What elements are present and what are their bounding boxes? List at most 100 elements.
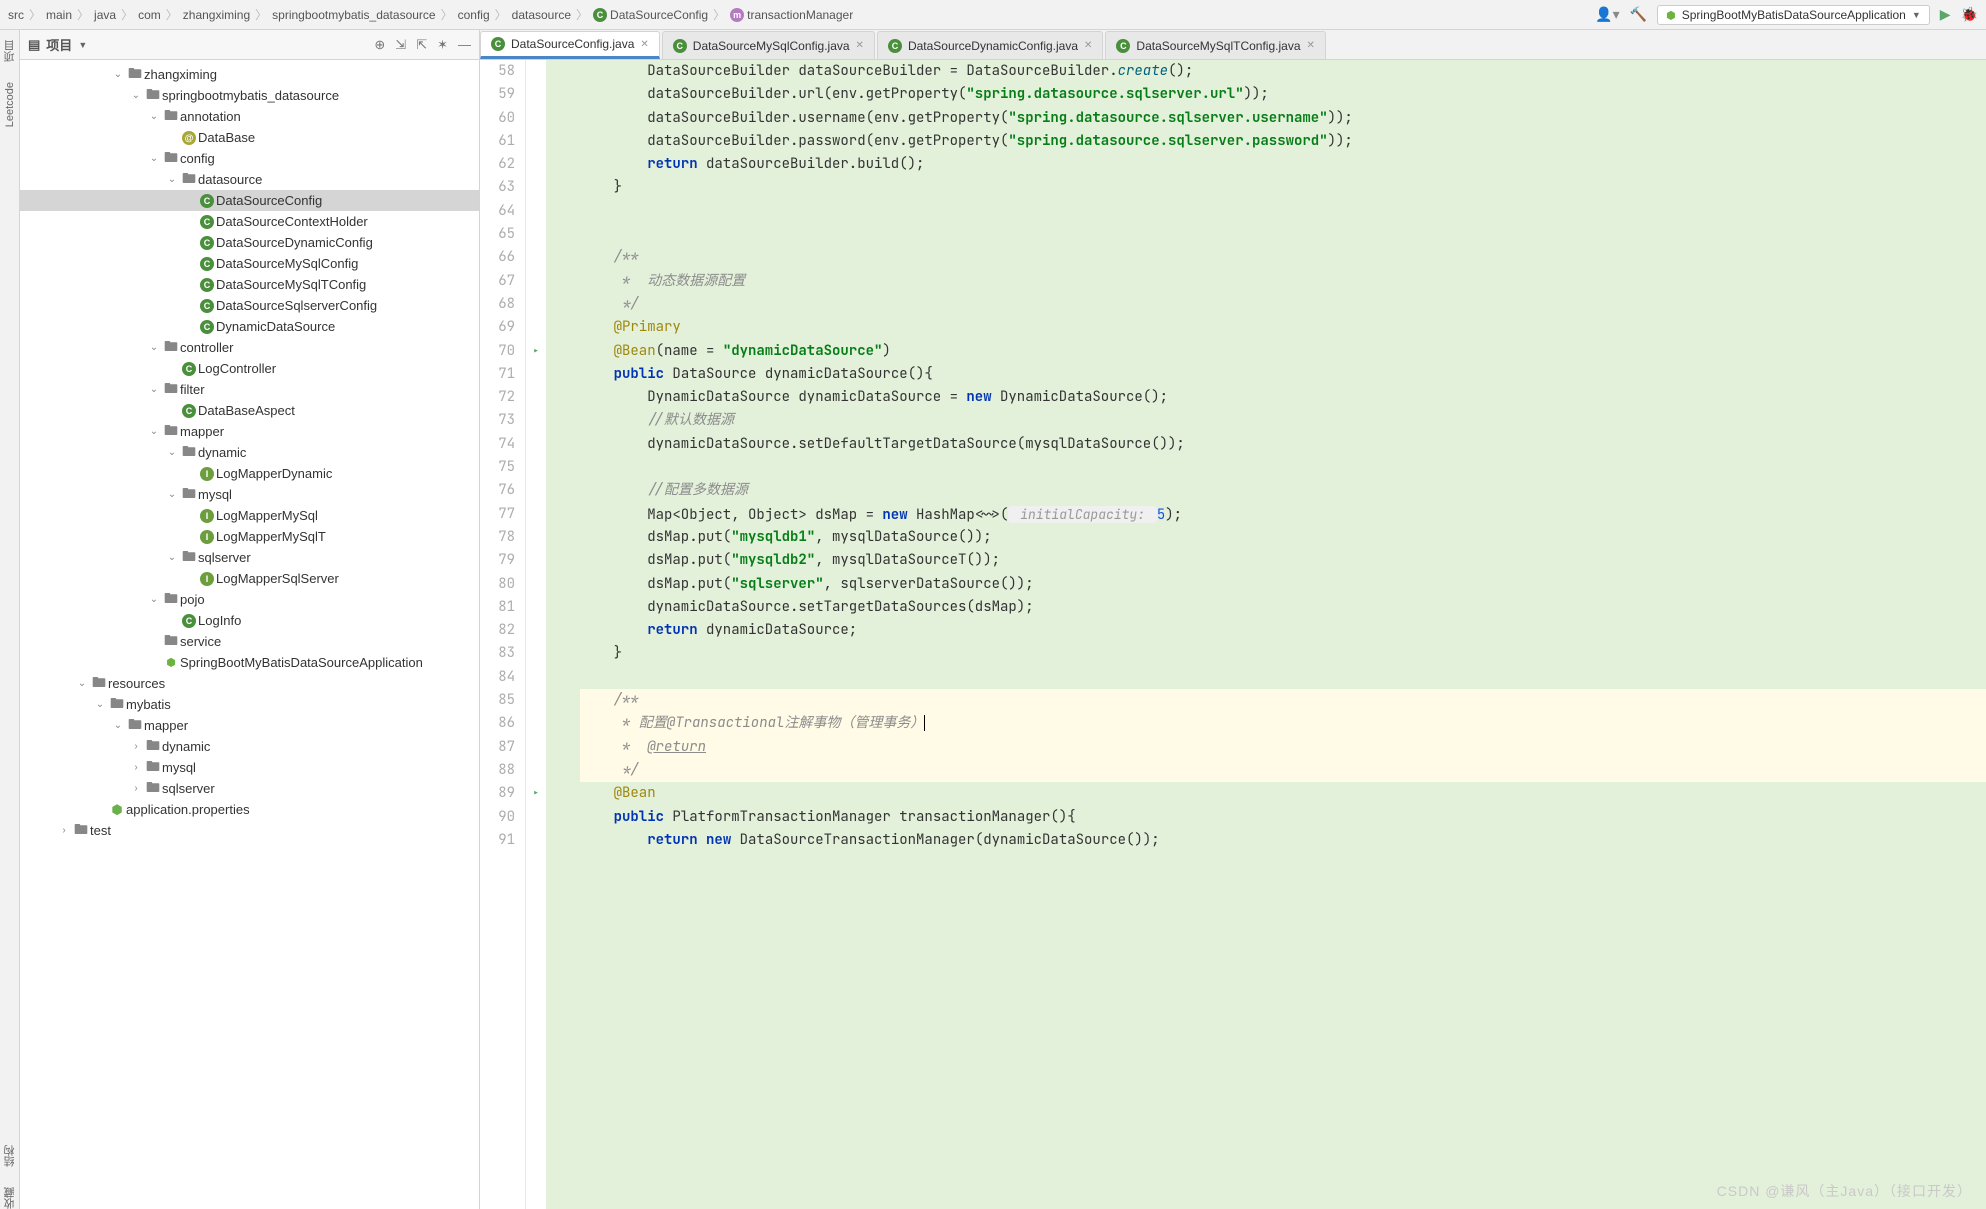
sidebar-tab-leetcode[interactable]: Leetcode xyxy=(4,82,16,127)
code-line[interactable]: dataSourceBuilder.password(env.getProper… xyxy=(580,130,1986,153)
breadcrumb-item[interactable]: config xyxy=(458,8,490,22)
code-line[interactable]: return dataSourceBuilder.build(); xyxy=(580,153,1986,176)
tree-item-LogMapperMySql[interactable]: ILogMapperMySql xyxy=(20,505,479,526)
tree-item-DataSourceMySqlTConfig[interactable]: CDataSourceMySqlTConfig xyxy=(20,274,479,295)
tree-item-DataSourceSqlserverConfig[interactable]: CDataSourceSqlserverConfig xyxy=(20,295,479,316)
code-line[interactable]: dynamicDataSource.setDefaultTargetDataSo… xyxy=(580,433,1986,456)
tree-item-LogMapperSqlServer[interactable]: ILogMapperSqlServer xyxy=(20,568,479,589)
tree-item-DataSourceConfig[interactable]: CDataSourceConfig xyxy=(20,190,479,211)
code-line[interactable]: //默认数据源 xyxy=(580,409,1986,432)
sidebar-tab-structure[interactable]: 结构 xyxy=(2,1145,18,1167)
code-line[interactable]: /** xyxy=(580,689,1986,712)
dropdown-icon[interactable]: ▼ xyxy=(78,40,87,50)
debug-icon[interactable]: 🐞 xyxy=(1961,6,1978,23)
tree-item-mapper[interactable]: mapper xyxy=(20,421,479,442)
tree-item-sqlserver[interactable]: sqlserver xyxy=(20,778,479,799)
tree-arrow-icon[interactable] xyxy=(92,699,108,710)
tree-arrow-icon[interactable] xyxy=(74,678,90,689)
run-gutter-icon[interactable] xyxy=(526,340,546,363)
code-line[interactable]: dynamicDataSource.setTargetDataSources(d… xyxy=(580,596,1986,619)
tree-arrow-icon[interactable] xyxy=(128,783,144,794)
tree-item-sqlserver[interactable]: sqlserver xyxy=(20,547,479,568)
code-line[interactable]: @Bean(name = "dynamicDataSource") xyxy=(580,340,1986,363)
tree-item-application.properties[interactable]: ⬢application.properties xyxy=(20,799,479,820)
expand-all-icon[interactable]: ⇲ xyxy=(395,37,406,53)
code-editor[interactable]: 5859606162636465666768697071727374757677… xyxy=(480,60,1986,1209)
select-opened-icon[interactable]: ⊕ xyxy=(374,37,385,53)
code-line[interactable] xyxy=(580,200,1986,223)
editor-tab[interactable]: CDataSourceConfig.java✕ xyxy=(480,31,660,59)
run-gutter-icon[interactable] xyxy=(526,782,546,805)
tree-arrow-icon[interactable] xyxy=(164,552,180,563)
tree-item-LogController[interactable]: CLogController xyxy=(20,358,479,379)
breadcrumb-item[interactable]: main xyxy=(46,8,72,22)
tree-arrow-icon[interactable] xyxy=(164,174,180,185)
breadcrumb-item[interactable]: datasource xyxy=(512,8,571,22)
code-line[interactable]: dsMap.put("mysqldb2", mysqlDataSourceT()… xyxy=(580,549,1986,572)
tree-arrow-icon[interactable] xyxy=(128,762,144,773)
code-line[interactable]: */ xyxy=(580,293,1986,316)
tree-item-DynamicDataSource[interactable]: CDynamicDataSource xyxy=(20,316,479,337)
code-line[interactable] xyxy=(580,223,1986,246)
breadcrumb-item[interactable]: zhangximing xyxy=(183,8,250,22)
tree-arrow-icon[interactable] xyxy=(56,825,72,836)
tree-item-test[interactable]: test xyxy=(20,820,479,841)
code-line[interactable] xyxy=(580,666,1986,689)
code-line[interactable] xyxy=(580,456,1986,479)
code-line[interactable]: return dynamicDataSource; xyxy=(580,619,1986,642)
code-line[interactable]: dataSourceBuilder.url(env.getProperty("s… xyxy=(580,83,1986,106)
tree-arrow-icon[interactable] xyxy=(146,342,162,353)
code-line[interactable]: @Bean xyxy=(580,782,1986,805)
code-line[interactable]: dataSourceBuilder.username(env.getProper… xyxy=(580,107,1986,130)
tree-item-zhangximing[interactable]: zhangximing xyxy=(20,64,479,85)
run-icon[interactable]: ▶ xyxy=(1940,6,1951,23)
editor-tab[interactable]: CDataSourceDynamicConfig.java✕ xyxy=(877,31,1103,59)
code-line[interactable]: */ xyxy=(580,759,1986,782)
close-icon[interactable]: ✕ xyxy=(640,39,648,50)
tree-arrow-icon[interactable] xyxy=(146,594,162,605)
tree-item-DataSourceDynamicConfig[interactable]: CDataSourceDynamicConfig xyxy=(20,232,479,253)
code-line[interactable]: DynamicDataSource dynamicDataSource = ne… xyxy=(580,386,1986,409)
tree-item-DataBase[interactable]: @DataBase xyxy=(20,127,479,148)
close-icon[interactable]: ✕ xyxy=(1084,40,1092,51)
hide-icon[interactable]: — xyxy=(458,37,471,53)
tree-item-springbootmybatis_datasource[interactable]: springbootmybatis_datasource xyxy=(20,85,479,106)
code-line[interactable]: Map<Object, Object> dsMap = new HashMap<… xyxy=(580,503,1986,526)
breadcrumb-item[interactable]: springbootmybatis_datasource xyxy=(272,8,435,22)
sidebar-tab-favorites[interactable]: 收藏 xyxy=(2,1187,18,1209)
editor-tab[interactable]: CDataSourceMySqlConfig.java✕ xyxy=(662,31,875,59)
tree-arrow-icon[interactable] xyxy=(164,489,180,500)
code-content[interactable]: DataSourceBuilder dataSourceBuilder = Da… xyxy=(546,60,1986,1209)
tree-item-dynamic[interactable]: dynamic xyxy=(20,442,479,463)
tree-item-DataSourceContextHolder[interactable]: CDataSourceContextHolder xyxy=(20,211,479,232)
build-icon[interactable]: 🔨 xyxy=(1630,6,1647,23)
tree-item-config[interactable]: config xyxy=(20,148,479,169)
tree-arrow-icon[interactable] xyxy=(146,384,162,395)
sidebar-tab-project[interactable]: 项目 xyxy=(2,40,18,62)
tree-item-mysql[interactable]: mysql xyxy=(20,484,479,505)
settings-icon[interactable]: ✶ xyxy=(437,37,448,53)
code-line[interactable]: @Primary xyxy=(580,316,1986,339)
code-line[interactable]: * 动态数据源配置 xyxy=(580,270,1986,293)
breadcrumb-item[interactable]: src xyxy=(8,8,24,22)
tree-item-LogMapperMySqlT[interactable]: ILogMapperMySqlT xyxy=(20,526,479,547)
code-line[interactable]: } xyxy=(580,642,1986,665)
code-line[interactable]: public PlatformTransactionManager transa… xyxy=(580,806,1986,829)
tree-item-datasource[interactable]: datasource xyxy=(20,169,479,190)
editor-tab[interactable]: CDataSourceMySqlTConfig.java✕ xyxy=(1105,31,1325,59)
breadcrumb-item[interactable]: com xyxy=(138,8,161,22)
tree-item-resources[interactable]: resources xyxy=(20,673,479,694)
user-icon[interactable]: 👤▾ xyxy=(1595,6,1619,23)
breadcrumb-item[interactable]: mtransactionManager xyxy=(730,8,853,22)
breadcrumb-item[interactable]: java xyxy=(94,8,116,22)
tree-item-filter[interactable]: filter xyxy=(20,379,479,400)
run-configuration-selector[interactable]: SpringBootMyBatisDataSourceApplication ▼ xyxy=(1657,5,1930,25)
tree-item-DataSourceMySqlConfig[interactable]: CDataSourceMySqlConfig xyxy=(20,253,479,274)
tree-arrow-icon[interactable] xyxy=(146,426,162,437)
code-line[interactable]: dsMap.put("sqlserver", sqlserverDataSour… xyxy=(580,573,1986,596)
collapse-all-icon[interactable]: ⇱ xyxy=(416,37,427,53)
close-icon[interactable]: ✕ xyxy=(1307,40,1315,51)
close-icon[interactable]: ✕ xyxy=(856,40,864,51)
tree-item-controller[interactable]: controller xyxy=(20,337,479,358)
tree-arrow-icon[interactable] xyxy=(146,111,162,122)
